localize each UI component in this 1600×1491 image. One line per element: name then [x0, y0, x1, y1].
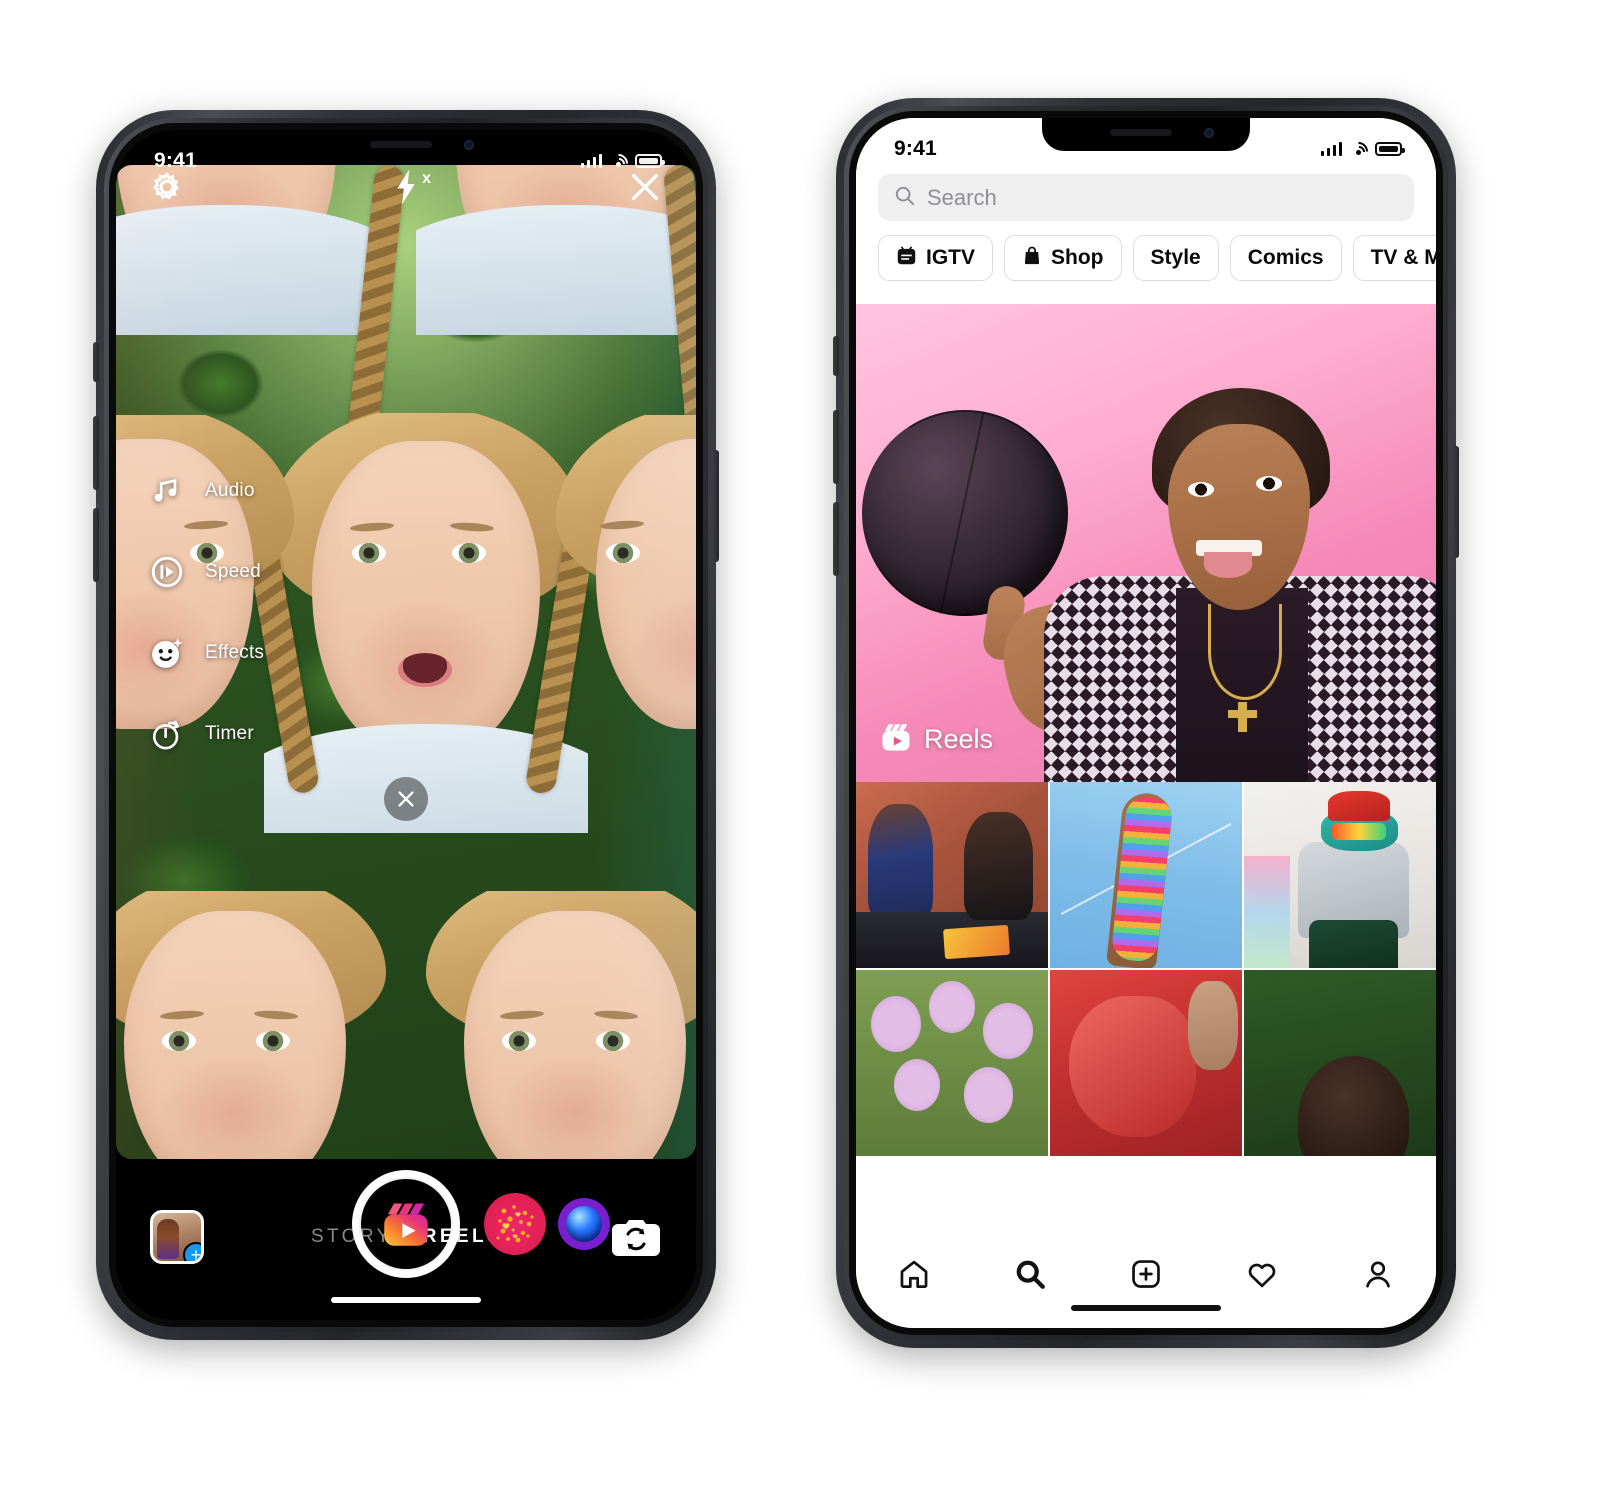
chip-label: Comics — [1247, 246, 1324, 269]
shutter-row — [116, 1170, 696, 1278]
add-post-icon[interactable] — [1115, 1248, 1177, 1300]
grid-tile[interactable] — [1050, 782, 1242, 968]
chip-shop[interactable]: Shop — [1004, 235, 1122, 281]
dismiss-effect-button[interactable] — [384, 777, 428, 821]
phone-left-reels-camera: 9:41 x Audio Speed Effects Timer + STORY… — [93, 110, 719, 1340]
tongue — [1204, 552, 1252, 578]
power-button[interactable] — [1453, 446, 1459, 558]
music-note-icon — [146, 470, 188, 512]
grid-tile[interactable] — [1050, 970, 1242, 1156]
notch — [1042, 118, 1250, 151]
chip-style[interactable]: Style — [1132, 235, 1219, 281]
gear-icon[interactable] — [150, 170, 184, 204]
tool-timer[interactable]: Timer — [146, 713, 264, 755]
home-icon[interactable] — [883, 1248, 945, 1300]
explore-grid — [856, 782, 1436, 1232]
profile-icon[interactable] — [1347, 1248, 1409, 1300]
stopwatch-timer-icon — [146, 713, 188, 755]
chip-label: TV & Movies — [1370, 246, 1436, 269]
volume-up-button[interactable] — [93, 416, 99, 490]
home-indicator[interactable] — [331, 1297, 481, 1303]
grid-tile[interactable] — [1244, 970, 1436, 1156]
search-icon — [893, 184, 916, 212]
tool-label: Speed — [205, 561, 261, 582]
tool-label: Audio — [205, 480, 255, 501]
shopping-bag-icon — [1022, 245, 1042, 272]
chip-label: Style — [1150, 246, 1201, 269]
effects-carousel — [484, 1193, 610, 1255]
chip-label: Shop — [1051, 246, 1104, 269]
camera-tool-rail: Audio Speed Effects Timer — [146, 470, 264, 755]
volume-down-button[interactable] — [833, 502, 839, 576]
phone-left-screen: 9:41 x Audio Speed Effects Timer + STORY… — [116, 130, 696, 1320]
grid-tile[interactable] — [856, 782, 1048, 968]
chip-label: IGTV — [926, 246, 976, 269]
cross-pendant — [1228, 702, 1257, 732]
reels-badge: Reels — [878, 719, 993, 760]
gold-chain — [1208, 604, 1282, 700]
camera-controls-overlay: x Audio Speed Effects Timer — [116, 130, 696, 1320]
effects-smiley-icon — [146, 632, 188, 674]
igtv-icon — [896, 245, 917, 272]
bottom-tab-bar — [856, 1232, 1436, 1328]
grid-tile[interactable] — [1244, 782, 1436, 968]
screenshot-stage: 9:41 x Audio Speed Effects Timer + STORY… — [0, 0, 1600, 1491]
volume-up-button[interactable] — [833, 410, 839, 484]
front-camera — [1204, 128, 1214, 138]
record-shutter-button[interactable] — [352, 1170, 460, 1278]
power-button[interactable] — [713, 450, 719, 562]
search-icon[interactable] — [999, 1248, 1061, 1300]
tool-effects[interactable]: Effects — [146, 632, 264, 674]
speed-play-icon — [146, 551, 188, 593]
grid-tile[interactable] — [856, 970, 1048, 1156]
tool-audio[interactable]: Audio — [146, 470, 264, 512]
earpiece-speaker — [1110, 129, 1173, 136]
hearts-confetti-effect[interactable] — [484, 1193, 546, 1255]
chip-tv-and-movies[interactable]: TV & Movies — [1352, 235, 1436, 281]
notch — [302, 130, 510, 163]
front-camera — [464, 140, 474, 150]
search-input[interactable]: Search — [878, 174, 1414, 221]
tool-label: Effects — [205, 642, 265, 663]
heart-icon[interactable] — [1231, 1248, 1293, 1300]
search-placeholder: Search — [927, 184, 997, 210]
reels-clapperboard-icon — [878, 719, 914, 760]
basketball — [862, 410, 1068, 616]
phone-right-screen: 9:41 Search IGTV Shop Style Comics TV & … — [856, 118, 1436, 1328]
earpiece-speaker — [370, 141, 433, 148]
home-indicator[interactable] — [1071, 1305, 1221, 1311]
tool-speed[interactable]: Speed — [146, 551, 264, 593]
chip-comics[interactable]: Comics — [1229, 235, 1342, 281]
tool-label: Timer — [205, 723, 254, 744]
chip-igtv[interactable]: IGTV — [878, 235, 994, 281]
mute-switch[interactable] — [93, 342, 99, 382]
phone-right-explore: 9:41 Search IGTV Shop Style Comics TV & … — [833, 98, 1459, 1348]
blue-orb-effect[interactable] — [558, 1198, 610, 1250]
volume-down-button[interactable] — [93, 508, 99, 582]
flash-off-icon[interactable]: x — [391, 168, 431, 206]
mute-switch[interactable] — [833, 336, 839, 376]
flash-off-badge: x — [422, 170, 431, 187]
close-x-icon[interactable] — [628, 170, 662, 204]
explore-hero-reel[interactable]: Reels — [856, 304, 1436, 782]
explore-filter-chips: IGTV Shop Style Comics TV & M — [856, 221, 1436, 293]
reels-clapperboard-icon — [377, 1195, 435, 1253]
reels-badge-label: Reels — [924, 724, 994, 754]
